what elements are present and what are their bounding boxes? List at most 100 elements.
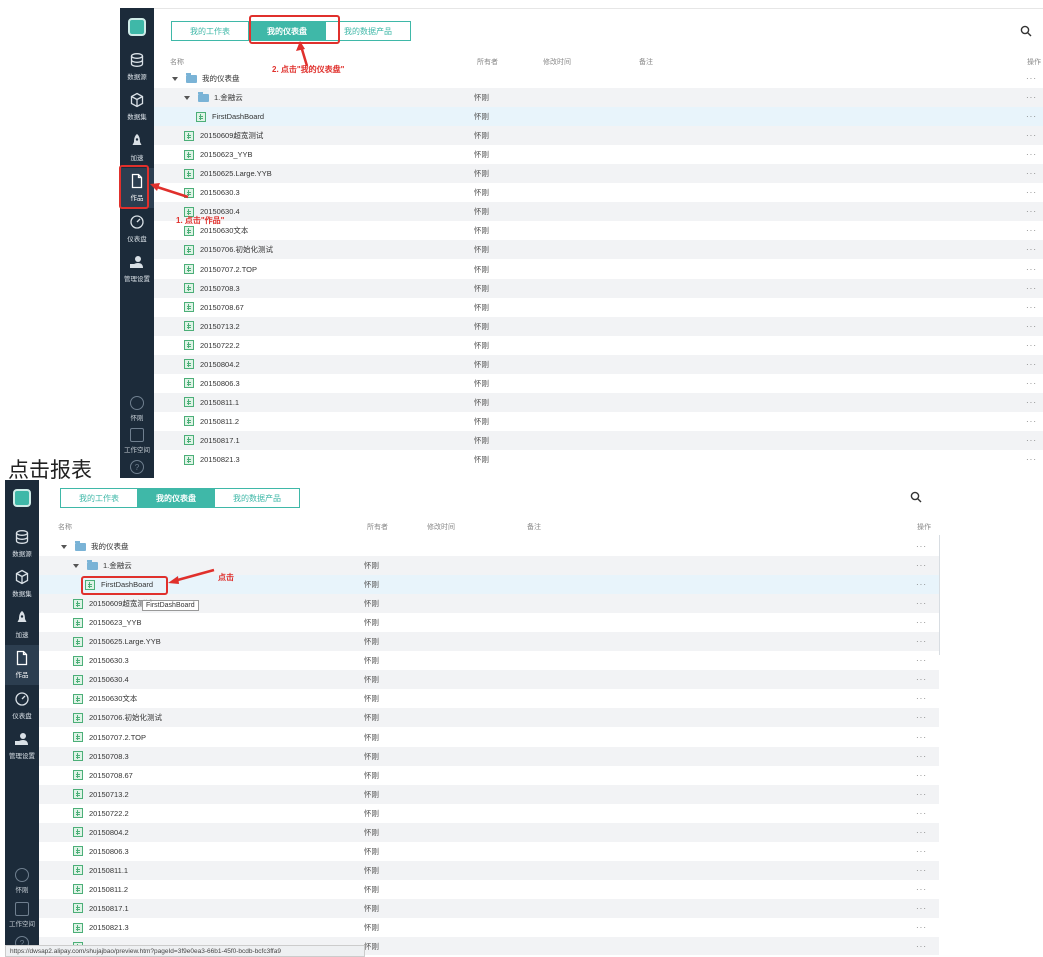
row-more-icon[interactable]: ··· (916, 632, 927, 651)
top-tab-2[interactable]: 我的数据产品 (326, 21, 411, 41)
top-sidebar-bottom-help[interactable]: ? (120, 460, 154, 474)
bottom-sidebar-bottom-user-circle[interactable]: 怀刚 (5, 868, 39, 894)
bottom-table-row[interactable]: FirstDashBoard 怀刚 ··· (39, 575, 939, 595)
row-name[interactable]: 20150806.3 (73, 842, 129, 861)
row-more-icon[interactable]: ··· (916, 861, 927, 880)
bottom-sidebar-item-database[interactable]: 数据源 (5, 523, 39, 563)
top-table-row[interactable]: 20150811.2 怀刚 ··· (154, 412, 1043, 431)
top-table-row[interactable]: 1.金融云 怀刚 ··· (154, 88, 1043, 108)
bottom-sidebar-item-cube[interactable]: 数据集 (5, 564, 39, 604)
row-name[interactable]: 我的仪表盘 (61, 537, 129, 556)
row-more-icon[interactable]: ··· (1026, 240, 1037, 259)
row-more-icon[interactable]: ··· (1026, 450, 1037, 469)
row-more-icon[interactable]: ··· (1026, 355, 1037, 374)
row-name[interactable]: 20150806.3 (184, 374, 240, 393)
row-name[interactable]: 1.金融云 (184, 88, 243, 107)
row-more-icon[interactable]: ··· (916, 651, 927, 670)
expand-caret-icon[interactable] (73, 563, 79, 568)
row-more-icon[interactable]: ··· (1026, 336, 1037, 355)
row-name[interactable]: 20150817.1 (184, 431, 240, 450)
row-more-icon[interactable]: ··· (916, 899, 927, 918)
row-more-icon[interactable]: ··· (916, 785, 927, 804)
bottom-table-row[interactable]: 我的仪表盘 ··· (39, 537, 939, 556)
row-more-icon[interactable]: ··· (916, 804, 927, 823)
bottom-sidebar-item-admin-user[interactable]: 管理设置 (5, 726, 39, 766)
row-name[interactable]: 20150630.4 (73, 670, 129, 689)
row-name[interactable]: 1.金融云 (73, 556, 132, 575)
top-table-row[interactable]: 20150722.2 怀刚 ··· (154, 336, 1043, 355)
row-more-icon[interactable]: ··· (916, 918, 927, 937)
bottom-sidebar-item-gauge[interactable]: 仪表盘 (5, 685, 39, 725)
row-name[interactable]: 20150708.67 (184, 298, 244, 317)
row-more-icon[interactable]: ··· (916, 556, 927, 575)
bottom-table-row[interactable]: 20150707.2.TOP 怀刚 ··· (39, 728, 939, 747)
row-more-icon[interactable]: ··· (1026, 164, 1037, 183)
top-table-row[interactable]: 20150817.1 怀刚 ··· (154, 430, 1043, 450)
row-more-icon[interactable]: ··· (1026, 69, 1037, 88)
expand-caret-icon[interactable] (61, 544, 67, 549)
bottom-table-row[interactable]: 20150708.67 怀刚 ··· (39, 766, 939, 785)
top-table-row[interactable]: 20150707.2.TOP 怀刚 ··· (154, 260, 1043, 279)
top-header-name[interactable]: 名称 (170, 57, 184, 67)
bottom-tab-0[interactable]: 我的工作表 (60, 488, 138, 508)
bottom-table-row[interactable]: 20150630文本 怀刚 ··· (39, 689, 939, 708)
row-name[interactable]: 20150811.1 (184, 393, 239, 412)
bottom-table-row[interactable]: 20150722.2 怀刚 ··· (39, 804, 939, 823)
row-name[interactable]: 20150804.2 (73, 823, 129, 842)
search-icon[interactable] (910, 491, 922, 503)
row-more-icon[interactable]: ··· (1026, 202, 1037, 221)
top-table-row[interactable]: 20150708.3 怀刚 ··· (154, 278, 1043, 298)
row-name[interactable]: 20150706.初始化测试 (184, 240, 273, 259)
row-name[interactable]: 20150707.2.TOP (73, 728, 146, 747)
row-more-icon[interactable]: ··· (1026, 317, 1037, 336)
row-more-icon[interactable]: ··· (1026, 412, 1037, 431)
row-more-icon[interactable]: ··· (916, 728, 927, 747)
bottom-table-row[interactable]: 20150625.Large.YYB 怀刚 ··· (39, 632, 939, 652)
bottom-table-row[interactable]: 20150708.3 怀刚 ··· (39, 746, 939, 766)
bottom-table-row[interactable]: 20150706.初始化测试 怀刚 ··· (39, 708, 939, 728)
bottom-table-row[interactable]: 20150630.3 怀刚 ··· (39, 651, 939, 670)
top-table-row[interactable]: 20150713.2 怀刚 ··· (154, 316, 1043, 336)
row-more-icon[interactable]: ··· (1026, 393, 1037, 412)
search-icon[interactable] (1020, 25, 1032, 37)
bottom-table-row[interactable]: 20150811.2 怀刚 ··· (39, 880, 939, 899)
row-name[interactable]: 20150609超宽测试 (73, 594, 152, 613)
bottom-tab-1[interactable]: 我的仪表盘 (138, 488, 215, 508)
bottom-sidebar-bottom-workspace[interactable]: 工作空间 (5, 902, 39, 928)
row-more-icon[interactable]: ··· (916, 823, 927, 842)
top-table-row[interactable]: FirstDashBoard 怀刚 ··· (154, 107, 1043, 127)
row-more-icon[interactable]: ··· (916, 937, 927, 955)
top-tab-0[interactable]: 我的工作表 (171, 21, 249, 41)
top-sidebar-bottom-user-circle[interactable]: 怀刚 (120, 396, 154, 422)
row-more-icon[interactable]: ··· (916, 880, 927, 899)
row-more-icon[interactable]: ··· (916, 670, 927, 689)
row-name[interactable]: FirstDashBoard (196, 107, 264, 126)
row-more-icon[interactable]: ··· (1026, 260, 1037, 279)
expand-caret-icon[interactable] (184, 95, 190, 100)
top-sidebar-item-admin-user[interactable]: 管理设置 (120, 249, 154, 289)
bottom-table-row[interactable]: 20150811.1 怀刚 ··· (39, 860, 939, 880)
row-more-icon[interactable]: ··· (1026, 221, 1037, 240)
top-tab-1[interactable]: 我的仪表盘 (249, 21, 326, 41)
bottom-tab-2[interactable]: 我的数据产品 (215, 488, 300, 508)
row-more-icon[interactable]: ··· (916, 766, 927, 785)
top-sidebar-item-gauge[interactable]: 仪表盘 (120, 208, 154, 248)
top-table-row[interactable]: 20150806.3 怀刚 ··· (154, 374, 1043, 393)
bottom-table-row[interactable]: 20150806.3 怀刚 ··· (39, 842, 939, 861)
top-table-row[interactable]: 20150706.初始化测试 怀刚 ··· (154, 240, 1043, 260)
row-more-icon[interactable]: ··· (1026, 107, 1037, 126)
row-name[interactable]: 20150811.1 (73, 861, 128, 880)
row-name[interactable]: 20150625.Large.YYB (73, 632, 161, 651)
bottom-table-row[interactable]: 20150804.2 怀刚 ··· (39, 822, 939, 842)
row-more-icon[interactable]: ··· (916, 613, 927, 632)
row-name[interactable]: 20150707.2.TOP (184, 260, 257, 279)
row-name[interactable]: 20150713.2 (73, 785, 129, 804)
top-table-row[interactable]: 20150623_YYB 怀刚 ··· (154, 145, 1043, 164)
row-name[interactable]: 20150821.3 (184, 450, 240, 469)
row-name[interactable]: 20150811.2 (73, 880, 128, 899)
top-sidebar-item-database[interactable]: 数据源 (120, 46, 154, 86)
row-name[interactable]: 20150630.3 (73, 651, 129, 670)
top-table-row[interactable]: 20150804.2 怀刚 ··· (154, 354, 1043, 374)
row-name[interactable]: 20150708.67 (73, 766, 133, 785)
bottom-header-name[interactable]: 名称 (58, 522, 72, 532)
